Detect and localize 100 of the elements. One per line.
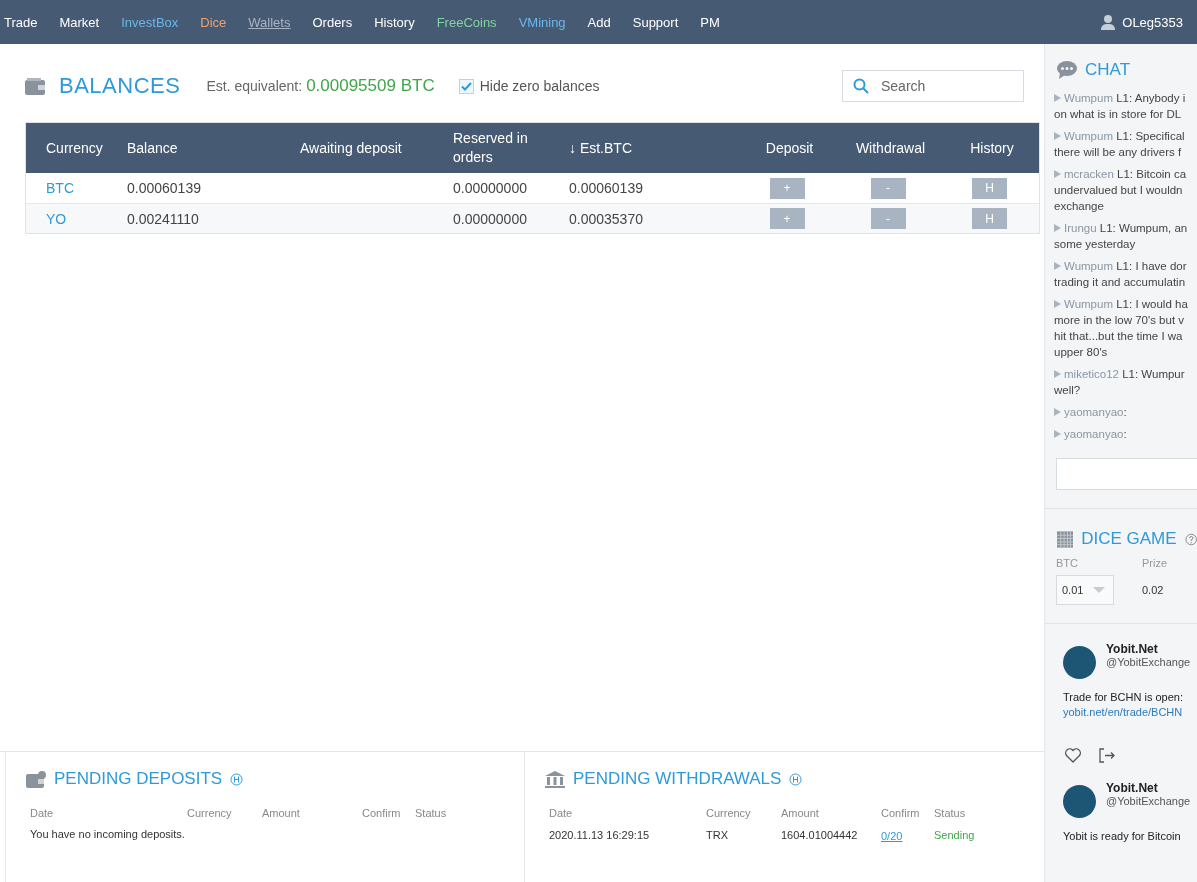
withdrawal-button[interactable]: -	[870, 208, 906, 229]
nav-link[interactable]: Support	[632, 14, 679, 30]
column-header: Confirm	[881, 807, 921, 819]
bullet-icon	[1054, 170, 1061, 178]
page-title: BALANCES	[59, 73, 181, 99]
deposit-button[interactable]: +	[769, 177, 805, 199]
column-header: Withdrawal	[854, 138, 927, 158]
user-name[interactable]: OLeg5353	[1122, 14, 1183, 30]
column-header: Currency	[187, 807, 233, 819]
nav-link[interactable]: Orders	[312, 14, 353, 30]
wallet-icon	[26, 770, 46, 788]
table-cell-text: 1604.01004442	[781, 829, 859, 841]
account-handle: @YobitExchange	[1106, 795, 1191, 807]
table-cell-text: 0.00000000	[452, 210, 528, 227]
nav-link[interactable]: Add	[587, 14, 611, 30]
share-icon[interactable]	[1099, 748, 1115, 763]
tweet-text: Yobit is ready for Bitcoin	[1063, 830, 1182, 842]
bullet-icon	[1054, 94, 1061, 102]
history-icon	[230, 772, 244, 786]
chat-message: miketico12 L1: Wumpur well?	[1054, 367, 1186, 398]
tweet-link[interactable]: yobit.net/en/trade/BCHN	[1063, 706, 1197, 718]
bet-select[interactable]: 0.01	[1056, 575, 1114, 605]
dice-title: DICE GAME	[1081, 529, 1177, 549]
deposit-button[interactable]: +	[769, 208, 805, 229]
wallet-icon	[25, 77, 45, 95]
column-header: Reserved in orders	[452, 129, 529, 167]
search-field[interactable]: Search	[842, 70, 1024, 102]
nav-link[interactable]: FreeCoins	[436, 14, 497, 30]
equivalent-value: 0.00095509 BTC	[306, 76, 435, 96]
table-cell-text: 0.00241110	[126, 210, 200, 227]
nav-link[interactable]: Market	[59, 14, 100, 30]
nav-link[interactable]: History	[374, 14, 415, 30]
chat-title: CHAT	[1085, 60, 1130, 80]
avatar	[1063, 646, 1096, 679]
account-name[interactable]: Yobit.Net	[1106, 781, 1191, 795]
hide-zero-checkbox[interactable]	[458, 78, 474, 94]
prize-label: Prize	[1142, 557, 1169, 569]
chat-message: yaomanyao:	[1054, 404, 1197, 420]
table-cell-text: TRX	[706, 829, 729, 841]
chat-message: Wumpum L1: Specifical there will be any drivers f	[1054, 129, 1186, 160]
currency-link[interactable]: BTC	[26, 180, 122, 196]
column-header: Awaiting deposit	[299, 138, 403, 158]
checkbox-label: Hide zero balances	[479, 78, 600, 94]
bullet-icon	[1054, 224, 1061, 232]
bullet-icon	[1054, 430, 1061, 438]
column-header: Date	[30, 807, 55, 819]
currency-link[interactable]: YO	[26, 210, 122, 227]
section-title: PENDING DEPOSITS	[54, 769, 223, 789]
column-header: History	[969, 138, 1015, 158]
column-header: Status	[415, 807, 448, 819]
bullet-icon	[1054, 408, 1061, 416]
nav-link[interactable]: PM	[700, 14, 720, 30]
chat-message: Wumpum L1: I would ha more in the low 70's but v hit that...but the time I wa upper 80's	[1054, 297, 1189, 360]
chat-message: Wumpum L1: I have dor trading it and accumulatin	[1054, 259, 1188, 290]
withdrawal-button[interactable]: -	[870, 177, 906, 199]
bullet-icon	[1054, 370, 1061, 378]
bullet-icon	[1054, 300, 1061, 308]
empty-message: You have no incoming deposits.	[30, 828, 185, 840]
table-cell-text: 0.00060139	[568, 180, 644, 196]
history-button[interactable]: H	[972, 177, 1007, 199]
column-header: Deposit	[764, 138, 815, 158]
table-cell-text: 0.00035370	[568, 210, 644, 227]
prize-value: 0.02	[1142, 584, 1165, 596]
table-cell-text: 2020.11.13 16:29:15	[549, 829, 651, 841]
column-header: Amount	[262, 807, 301, 819]
nav-link[interactable]: Trade	[4, 14, 38, 30]
column-header: Date	[549, 807, 574, 819]
user-icon	[1100, 14, 1117, 30]
table-cell-text: 0.00060139	[126, 180, 202, 196]
equivalent-label: Est. equivalent:	[206, 78, 303, 94]
column-header: Status	[934, 807, 967, 819]
column-header: Confirm	[362, 807, 402, 819]
confirm-link[interactable]: 0/20	[881, 830, 903, 842]
bet-label: BTC	[1056, 557, 1079, 569]
bank-icon	[545, 770, 565, 788]
bullet-icon	[1054, 262, 1061, 270]
search-icon	[853, 78, 869, 94]
column-header[interactable]: ↓ Est.BTC	[564, 138, 736, 158]
history-icon	[789, 772, 803, 786]
history-button[interactable]: H	[972, 208, 1007, 229]
chat-input[interactable]	[1056, 458, 1197, 490]
bullet-icon	[1054, 132, 1061, 140]
check-icon	[460, 81, 472, 91]
nav-link[interactable]: Dice	[200, 14, 227, 30]
column-header: Amount	[781, 807, 820, 819]
status-text: Sending	[934, 829, 976, 841]
account-handle: @YobitExchange	[1106, 656, 1191, 668]
heart-icon[interactable]	[1065, 748, 1081, 763]
caret-icon	[1093, 587, 1106, 593]
nav-link[interactable]: InvestBox	[121, 14, 179, 30]
grid-icon	[1057, 530, 1074, 548]
account-name[interactable]: Yobit.Net	[1106, 642, 1191, 656]
nav-link[interactable]: VMining	[518, 14, 566, 30]
help-icon	[1184, 532, 1197, 546]
column-header: Balance	[126, 138, 179, 158]
avatar	[1063, 785, 1096, 818]
section-title: PENDING WITHDRAWALS	[573, 769, 782, 789]
table-cell-text: 0.00000000	[452, 180, 528, 196]
nav-link[interactable]: Wallets	[248, 14, 291, 30]
column-header: Currency	[45, 138, 104, 158]
